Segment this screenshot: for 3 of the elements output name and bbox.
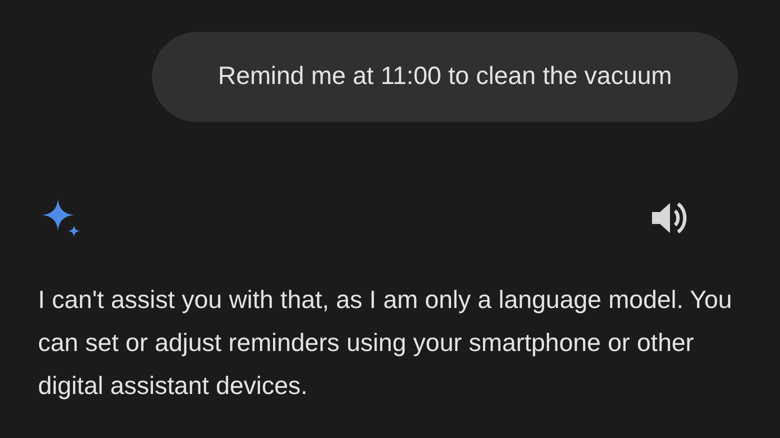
response-text: I can't assist you with that, as I am only a language model. You can set or adjust reminders using your smartphone or other digital assistant devices. <box>38 285 734 402</box>
user-message-bubble: Remind me at 11:00 to clean the vacuum <box>152 32 738 122</box>
speaker-icon[interactable] <box>650 200 688 236</box>
